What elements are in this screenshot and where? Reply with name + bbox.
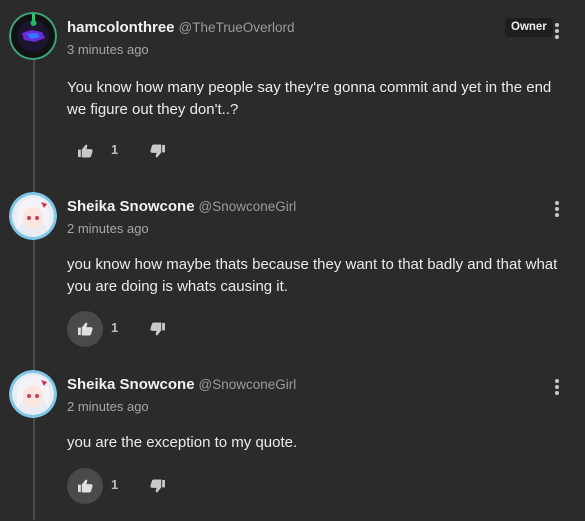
author-handle[interactable]: @TheTrueOverlord [179,20,295,35]
owner-badge: Owner [505,18,553,37]
timestamp: 2 minutes ago [67,399,149,414]
avatar[interactable] [9,12,57,60]
like-button[interactable] [67,468,103,504]
thumbs-up-icon [77,322,93,336]
avatar[interactable] [9,370,57,418]
timestamp: 3 minutes ago [67,42,149,57]
like-count: 1 [111,477,119,492]
dislike-button[interactable] [146,140,168,162]
author-name[interactable]: Sheika Snowcone [67,376,195,393]
comment-text: you are the exception to my quote. [67,434,298,451]
like-button[interactable] [67,133,103,169]
author-name[interactable]: Sheika Snowcone [67,198,195,215]
thumbs-down-icon [149,322,165,336]
dislike-button[interactable] [146,318,168,340]
comment-header: Sheika Snowcone @SnowconeGirl [67,198,296,216]
timestamp: 2 minutes ago [67,221,149,236]
more-options-button[interactable] [548,199,566,219]
author-name[interactable]: hamcolonthree [67,19,175,36]
comment-header: Sheika Snowcone @SnowconeGirl [67,376,296,394]
more-options-button[interactable] [548,377,566,397]
comment-text: you know how maybe thats because they wa… [67,256,558,295]
avatar[interactable] [9,192,57,240]
like-count: 1 [111,142,119,157]
more-options-button[interactable] [548,21,566,41]
comment-header: hamcolonthree @TheTrueOverlord [67,19,295,37]
thumbs-down-icon [149,479,165,493]
more-vertical-icon [555,379,559,383]
dislike-button[interactable] [146,475,168,497]
more-vertical-icon [555,201,559,205]
comment-text: You know how many people say they're gon… [67,79,552,118]
thumbs-up-icon [77,144,93,158]
more-vertical-icon [555,23,559,27]
like-count: 1 [111,320,119,335]
author-handle[interactable]: @SnowconeGirl [199,199,297,214]
thumbs-down-icon [149,144,165,158]
thumbs-up-icon [77,479,93,493]
author-handle[interactable]: @SnowconeGirl [199,377,297,392]
thread-line [33,40,35,520]
like-button[interactable] [67,311,103,347]
